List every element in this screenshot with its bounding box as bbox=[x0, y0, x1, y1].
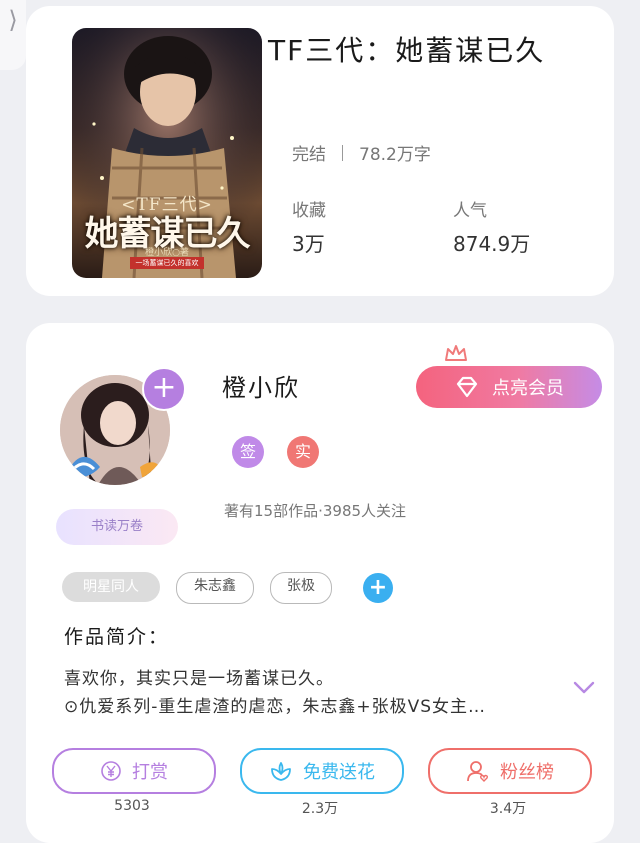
reward-button[interactable]: 打赏 bbox=[52, 748, 216, 794]
fan-ranking-button[interactable]: 粉丝榜 bbox=[428, 748, 592, 794]
sign-tag: 签 bbox=[232, 436, 264, 468]
diamond-icon bbox=[456, 376, 478, 398]
popularity-value: 874.9万 bbox=[453, 232, 531, 256]
vip-button[interactable]: 点亮会员 bbox=[416, 366, 602, 408]
book-cover[interactable]: <TF三代> 她蓄谋已久 橙小欣○著 一场蓄谋已久的喜欢 bbox=[72, 28, 262, 278]
add-tag-button[interactable]: + bbox=[363, 573, 393, 603]
intro-line-1: 喜欢你，其实只是一场蓄谋已久。 bbox=[64, 669, 334, 689]
intro-title: 作品简介： bbox=[64, 626, 170, 648]
back-chevron-icon[interactable]: ⟩ bbox=[8, 6, 17, 34]
reward-count: 5303 bbox=[114, 798, 150, 814]
send-flower-button[interactable]: 免费送花 bbox=[240, 748, 404, 794]
flower-icon bbox=[271, 762, 291, 781]
follow-plus-icon[interactable]: + bbox=[142, 367, 186, 411]
flower-count: 2.3万 bbox=[301, 801, 339, 817]
yen-icon bbox=[101, 761, 121, 781]
vip-label: 点亮会员 bbox=[492, 378, 564, 399]
reward-label: 打赏 bbox=[132, 762, 168, 783]
fan-ranking-label: 粉丝榜 bbox=[500, 762, 554, 783]
back-tab[interactable]: ⟩ bbox=[0, 0, 26, 70]
chip-category[interactable]: 明星同人 bbox=[62, 572, 160, 602]
chevron-down-icon[interactable] bbox=[572, 680, 596, 696]
favorites-label: 收藏 bbox=[292, 201, 326, 221]
real-tag: 实 bbox=[287, 436, 319, 468]
chip-tag-2[interactable]: 张极 bbox=[270, 572, 332, 604]
reader-badge: 书读万卷 bbox=[56, 509, 178, 545]
fan-count: 3.4万 bbox=[489, 801, 527, 817]
author-meta: 著有15部作品·3985人关注 bbox=[224, 502, 407, 520]
divider bbox=[342, 144, 343, 161]
cover-slogan: 一场蓄谋已久的喜欢 bbox=[130, 257, 204, 269]
crown-icon bbox=[445, 345, 467, 361]
intro-line-2: ⊙仇爱系列-重生虐渣的虐恋，朱志鑫+张极VS女主… bbox=[64, 697, 487, 717]
popularity-label: 人气 bbox=[453, 201, 487, 221]
user-icon bbox=[467, 761, 489, 782]
author-name[interactable]: 橙小欣 bbox=[222, 368, 300, 403]
chip-tag-1[interactable]: 朱志鑫 bbox=[176, 572, 254, 604]
book-title: TF三代：她蓄谋已久 bbox=[268, 34, 546, 67]
book-status-row: 完结 78.2万字 bbox=[292, 140, 431, 165]
book-status: 完结 bbox=[292, 145, 326, 165]
word-count: 78.2万字 bbox=[359, 145, 431, 165]
favorites-value: 3万 bbox=[292, 232, 325, 256]
send-flower-label: 免费送花 bbox=[303, 762, 375, 783]
